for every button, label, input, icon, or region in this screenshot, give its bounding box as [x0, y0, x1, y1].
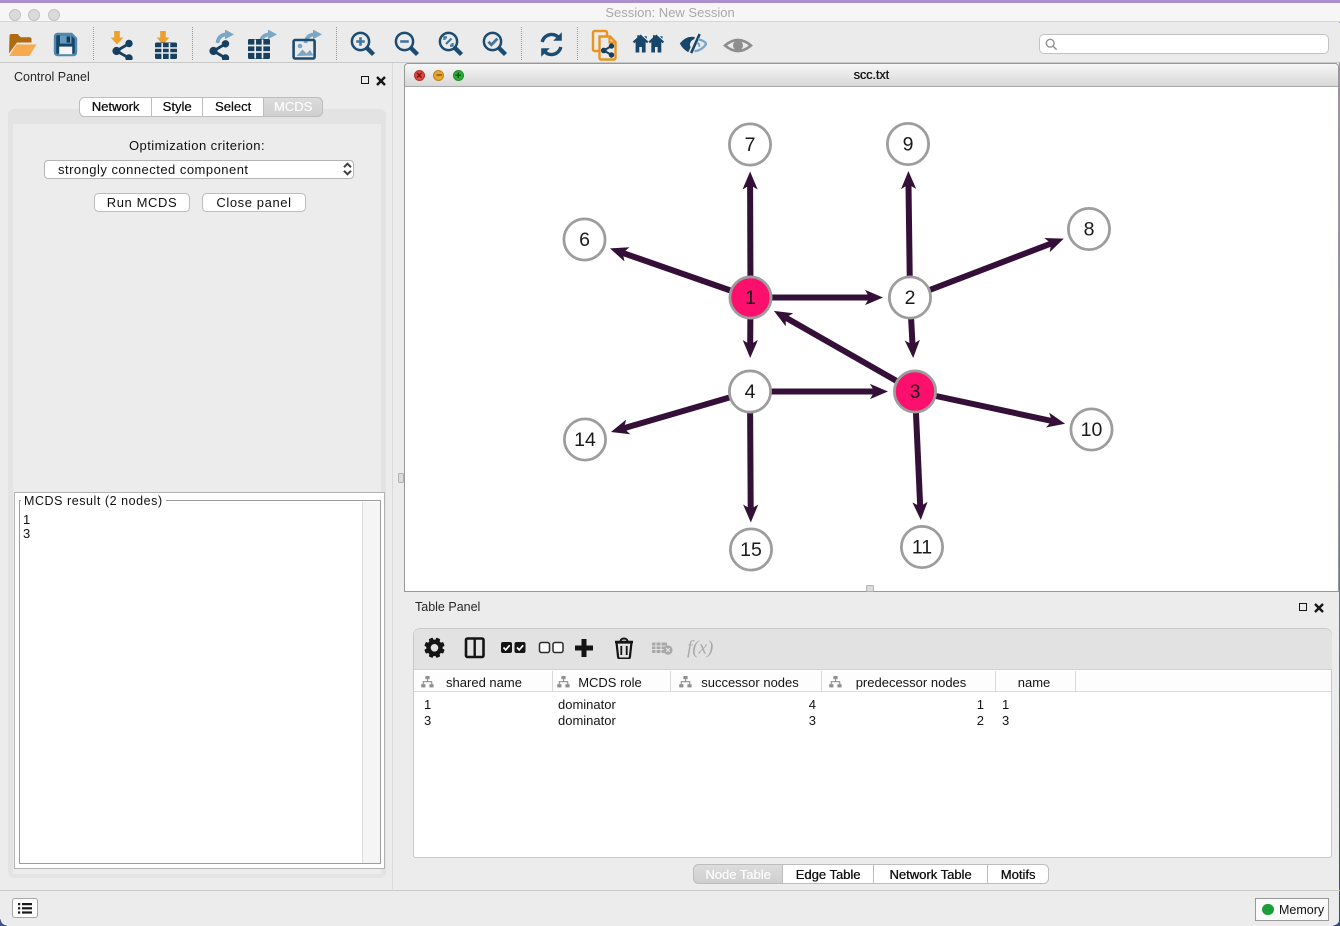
- svg-text:15: 15: [740, 539, 762, 561]
- svg-text:10: 10: [1081, 419, 1103, 441]
- svg-text:1: 1: [745, 287, 756, 309]
- svg-text:6: 6: [579, 229, 590, 251]
- svg-text:14: 14: [574, 429, 596, 451]
- svg-text:11: 11: [912, 537, 932, 559]
- svg-text:8: 8: [1084, 219, 1095, 241]
- svg-text:3: 3: [910, 381, 921, 403]
- svg-text:9: 9: [903, 134, 914, 156]
- svg-text:f(x): f(x): [687, 638, 713, 659]
- svg-text:4: 4: [745, 381, 756, 403]
- svg-text:2: 2: [905, 287, 916, 309]
- svg-text:7: 7: [745, 134, 756, 156]
